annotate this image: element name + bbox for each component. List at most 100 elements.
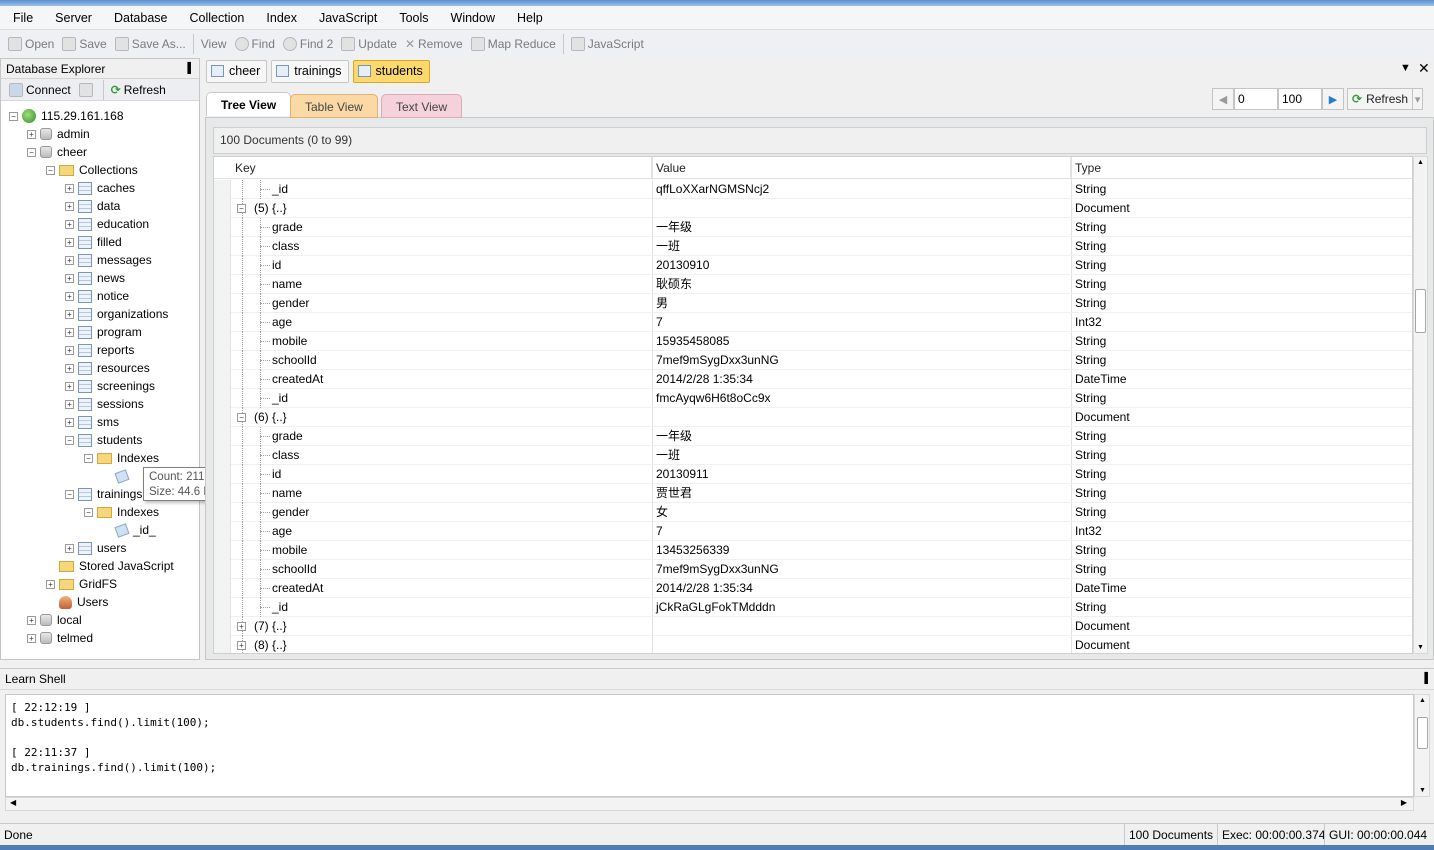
row-selector[interactable] (214, 351, 231, 370)
menu-tools[interactable]: Tools (386, 6, 437, 30)
menu-collection[interactable]: Collection (177, 6, 254, 30)
row-selector[interactable] (214, 199, 231, 218)
row-selector[interactable] (214, 256, 231, 275)
expand-icon[interactable]: + (65, 219, 74, 229)
expand-icon[interactable]: + (65, 255, 74, 265)
scroll-left-icon[interactable]: ◀ (10, 798, 16, 807)
map-reduce-button[interactable]: Map Reduce (467, 33, 560, 55)
explorer-refresh-button[interactable]: ⟳ Refresh (107, 79, 170, 101)
students-index-item[interactable] (103, 467, 133, 485)
header-type[interactable]: Type (1071, 157, 1412, 179)
pin-icon[interactable]: ▐ (1421, 669, 1428, 689)
row-selector[interactable] (214, 446, 231, 465)
next-page-button[interactable]: ▶ (1322, 88, 1344, 110)
scroll-right-icon[interactable]: ▶ (1401, 798, 1407, 807)
row-selector[interactable] (214, 294, 231, 313)
expand-icon[interactable]: + (65, 345, 74, 355)
stored-javascript-folder[interactable]: Stored JavaScript (46, 557, 174, 575)
expand-icon[interactable]: + (65, 201, 74, 211)
expand-icon[interactable]: + (65, 543, 74, 553)
save-as-button[interactable]: Save As... (111, 33, 190, 55)
limit-input[interactable]: 100 (1278, 88, 1322, 110)
scroll-down-icon[interactable]: ▼ (1417, 644, 1424, 651)
document-row[interactable]: + (7) {..} Document (214, 617, 1412, 636)
row-selector[interactable] (214, 484, 231, 503)
grid-refresh-button[interactable]: ⟳ Refresh (1347, 88, 1414, 110)
menu-file[interactable]: File (0, 6, 42, 30)
tab-tree-view[interactable]: Tree View (206, 92, 292, 116)
remove-button[interactable]: ✕ Remove (401, 33, 467, 55)
row-selector[interactable] (214, 408, 231, 427)
field-row[interactable]: mobile 13453256339 String (214, 541, 1412, 560)
field-row[interactable]: name 耿硕东 String (214, 275, 1412, 294)
row-selector[interactable] (214, 541, 231, 560)
menu-window[interactable]: Window (438, 6, 504, 30)
expand-icon[interactable]: + (65, 399, 74, 409)
tab-table-view[interactable]: Table View (290, 94, 378, 118)
collapse-icon[interactable]: − (27, 147, 36, 157)
find2-button[interactable]: Find 2 (279, 33, 337, 55)
row-selector[interactable] (214, 275, 231, 294)
row-selector[interactable] (214, 503, 231, 522)
field-row[interactable]: age 7 Int32 (214, 313, 1412, 332)
collapse-icon[interactable]: − (65, 435, 74, 445)
expand-icon[interactable]: + (65, 309, 74, 319)
field-row[interactable]: grade 一年级 String (214, 218, 1412, 237)
field-row[interactable]: id 20130911 String (214, 465, 1412, 484)
disconnect-button[interactable] (75, 79, 100, 101)
skip-input[interactable]: 0 (1234, 88, 1278, 110)
collapse-icon[interactable]: − (46, 165, 55, 175)
menu-help[interactable]: Help (504, 6, 552, 30)
db-node-telmed[interactable]: + telmed (27, 629, 93, 647)
db-node-admin[interactable]: + admin (27, 125, 90, 143)
field-row[interactable]: createdAt 2014/2/28 1:35:34 DateTime (214, 579, 1412, 598)
collection-filled[interactable]: + filled (65, 233, 122, 251)
find-button[interactable]: Find (231, 33, 279, 55)
field-row[interactable]: age 7 Int32 (214, 522, 1412, 541)
close-tab-icon[interactable]: ✕ (1418, 60, 1430, 77)
row-selector[interactable] (214, 218, 231, 237)
gridfs-folder[interactable]: + GridFS (46, 575, 117, 593)
collection-trainings[interactable]: − trainings (65, 485, 142, 503)
collection-organizations[interactable]: + organizations (65, 305, 168, 323)
row-selector[interactable] (214, 579, 231, 598)
field-row[interactable]: schoolId 7mef9mSygDxx3unNG String (214, 560, 1412, 579)
menu-server[interactable]: Server (42, 6, 101, 30)
collapse-icon[interactable]: − (9, 111, 18, 121)
collapse-icon[interactable]: − (84, 453, 93, 463)
server-node[interactable]: − 115.29.161.168 (9, 107, 124, 125)
row-selector[interactable] (214, 522, 231, 541)
tab-trainings[interactable]: trainings (271, 59, 349, 83)
db-node-cheer[interactable]: − cheer (27, 143, 87, 161)
field-row[interactable]: gender 女 String (214, 503, 1412, 522)
db-node-local[interactable]: + local (27, 611, 82, 629)
javascript-button[interactable]: JavaScript (567, 33, 648, 55)
tab-students[interactable]: students (352, 59, 430, 83)
field-row[interactable]: schoolId 7mef9mSygDxx3unNG String (214, 351, 1412, 370)
field-row[interactable]: id 20130910 String (214, 256, 1412, 275)
collapse-icon[interactable]: − (237, 413, 246, 422)
expand-icon[interactable]: + (237, 622, 246, 631)
collection-users[interactable]: + users (65, 539, 126, 557)
scroll-up-icon[interactable]: ▲ (1417, 159, 1424, 166)
row-selector[interactable] (214, 598, 231, 617)
scroll-down-icon[interactable]: ▼ (1419, 787, 1426, 794)
tab-cheer[interactable]: cheer (206, 59, 268, 83)
field-row[interactable]: gender 男 String (214, 294, 1412, 313)
scroll-thumb[interactable] (1417, 717, 1428, 749)
collection-education[interactable]: + education (65, 215, 149, 233)
row-selector[interactable] (214, 636, 231, 653)
field-row[interactable]: createdAt 2014/2/28 1:35:34 DateTime (214, 370, 1412, 389)
expand-icon[interactable]: + (46, 579, 55, 589)
collapse-icon[interactable]: − (237, 204, 246, 213)
scroll-up-icon[interactable]: ▲ (1419, 697, 1426, 704)
expand-icon[interactable]: + (65, 363, 74, 373)
row-selector[interactable] (214, 617, 231, 636)
menu-index[interactable]: Index (253, 6, 306, 30)
field-row[interactable]: _id fmcAyqw6H6t8oCc9x String (214, 389, 1412, 408)
expand-icon[interactable]: + (27, 615, 36, 625)
connect-button[interactable]: Connect (5, 79, 75, 101)
collection-data[interactable]: + data (65, 197, 120, 215)
collection-messages[interactable]: + messages (65, 251, 152, 269)
row-selector[interactable] (214, 313, 231, 332)
